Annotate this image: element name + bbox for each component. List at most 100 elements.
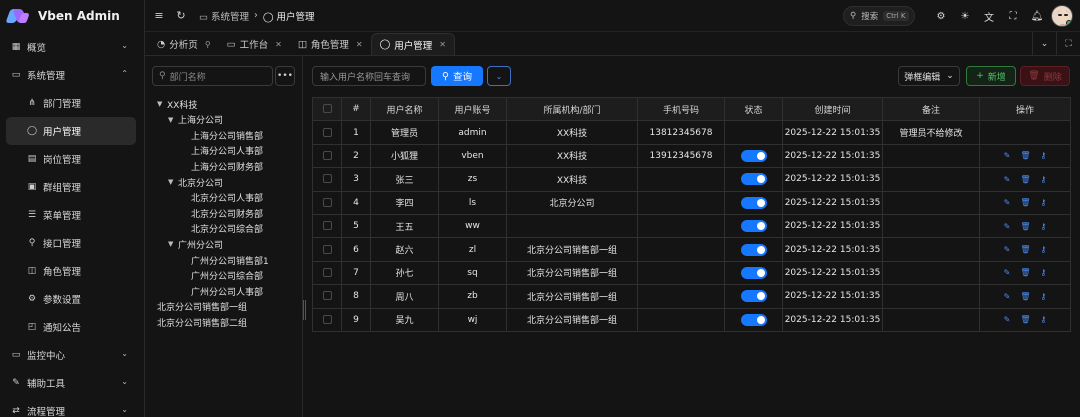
status-toggle[interactable] [740, 196, 767, 209]
row-select-cell[interactable] [312, 260, 342, 286]
row-checkbox[interactable] [322, 314, 332, 324]
sidebar-item-2[interactable]: ⋔ 部门管理 [0, 89, 144, 117]
tree-node[interactable]: ▼ 广州分公司 [168, 236, 223, 252]
fullscreen-icon[interactable]: ⛶ [1005, 8, 1021, 24]
table-row[interactable]: 9 吴九 wj 北京分公司销售部一组 2025-12-22 15:01:35 ✎ 🗑︎ ⚷ [312, 307, 1071, 332]
sidebar-item-9[interactable]: ⚙ 参数设置 [0, 285, 144, 313]
row-select-cell[interactable] [312, 237, 342, 262]
row-checkbox[interactable] [322, 197, 332, 207]
row-select-cell[interactable] [312, 190, 342, 215]
status-toggle[interactable] [740, 290, 767, 303]
row-checkbox[interactable] [322, 291, 332, 301]
language-icon[interactable]: 文 [981, 8, 997, 24]
tree-node[interactable]: 广州分公司综合部 [191, 268, 263, 284]
trash-icon[interactable]: 🗑︎ [1020, 222, 1030, 231]
chevron-down-icon[interactable]: ⌄ [1032, 32, 1056, 56]
key-icon[interactable]: ⚷ [1041, 268, 1047, 277]
tree-node[interactable]: ▼ 北京分公司 [168, 174, 223, 190]
tab-2[interactable]: ◫ 角色管理 ✕ [290, 33, 371, 55]
edit-icon[interactable]: ✎ [1004, 198, 1011, 207]
sidebar-item-0[interactable]: ▦ 概览 ⌄ [0, 33, 144, 61]
key-icon[interactable]: ⚷ [1041, 175, 1047, 184]
tree-node[interactable]: 北京分公司综合部 [191, 221, 263, 237]
refresh-icon[interactable]: ↻ [173, 8, 189, 24]
edit-icon[interactable]: ✎ [1004, 315, 1011, 324]
status-toggle[interactable] [740, 149, 767, 162]
delete-button[interactable]: 🗑︎ 删除 [1020, 66, 1070, 86]
user-name-cell[interactable]: 李四 [370, 190, 439, 215]
breadcrumb-item[interactable]: ◯ 用户管理 [263, 9, 315, 23]
tree-node[interactable]: 广州分公司人事部 [191, 283, 263, 299]
tree-node[interactable]: 广州分公司销售部1 [191, 252, 269, 268]
theme-toggle-icon[interactable]: ☀ [957, 8, 973, 24]
key-icon[interactable]: ⚷ [1041, 245, 1047, 254]
edit-icon[interactable]: ✎ [1004, 175, 1011, 184]
edit-icon[interactable]: ✎ [1004, 245, 1011, 254]
breadcrumb-item[interactable]: ▭ 系统管理 [199, 9, 249, 23]
close-icon[interactable]: ✕ [439, 40, 446, 49]
sidebar-item-5[interactable]: ▣ 群组管理 [0, 173, 144, 201]
query-button[interactable]: ⚲ 查询 [431, 66, 483, 86]
caret-down-icon[interactable]: ▼ [157, 100, 167, 108]
tab-1[interactable]: ▭ 工作台 ✕ [219, 33, 290, 55]
panel-resize-handle[interactable] [303, 300, 306, 320]
table-row[interactable]: 1 管理员 admin XX科技 13812345678 2025-12-22 15:01… [312, 120, 1071, 145]
tree-node[interactable]: ▼ XX科技 [157, 96, 197, 112]
settings-icon[interactable]: ⚙ [933, 8, 949, 24]
row-select-cell[interactable] [312, 120, 342, 145]
table-row[interactable]: 6 赵六 zl 北京分公司销售部一组 2025-12-22 15:01:35 ✎ 🗑︎ ⚷ [312, 237, 1071, 262]
user-name-cell[interactable]: 张三 [370, 167, 439, 192]
key-icon[interactable]: ⚷ [1041, 292, 1047, 301]
sidebar-item-3[interactable]: ◯ 用户管理 [6, 117, 136, 145]
tree-node[interactable]: 北京分公司销售部二组 [157, 314, 247, 330]
trash-icon[interactable]: 🗑︎ [1020, 175, 1030, 184]
row-select-cell[interactable] [312, 284, 342, 309]
tree-node[interactable]: 上海分公司财务部 [191, 158, 263, 174]
caret-down-icon[interactable]: ▼ [168, 116, 178, 124]
row-checkbox[interactable] [322, 127, 332, 137]
sidebar-item-6[interactable]: ☰ 菜单管理 [0, 201, 144, 229]
bell-icon[interactable]: 🔔︎ [1029, 8, 1045, 24]
status-toggle[interactable] [740, 220, 767, 233]
row-checkbox[interactable] [322, 244, 332, 254]
trash-icon[interactable]: 🗑︎ [1020, 198, 1030, 207]
edit-icon[interactable]: ✎ [1004, 151, 1011, 160]
table-row[interactable]: 5 王五 ww 2025-12-22 15:01:35 ✎ 🗑︎ ⚷ [312, 213, 1071, 239]
row-select-cell[interactable] [312, 307, 342, 332]
user-search-input[interactable]: 输入用户名称回车查询 [312, 66, 426, 86]
status-toggle[interactable] [740, 266, 767, 279]
status-toggle[interactable] [740, 173, 767, 186]
row-checkbox[interactable] [322, 174, 332, 184]
maximize-icon[interactable]: ⛶ [1056, 32, 1080, 56]
key-icon[interactable]: ⚷ [1041, 222, 1047, 231]
user-name-cell[interactable]: 赵六 [370, 237, 439, 262]
sidebar-item-12[interactable]: ✎ 辅助工具 ⌄ [0, 369, 144, 397]
table-row[interactable]: 8 周八 zb 北京分公司销售部一组 2025-12-22 15:01:35 ✎ 🗑︎ ⚷ [312, 284, 1071, 309]
trash-icon[interactable]: 🗑︎ [1020, 292, 1030, 301]
edit-mode-select[interactable]: 弹框编辑 ⌄ [898, 66, 960, 86]
sidebar-item-7[interactable]: ⚲ 接口管理 [0, 229, 144, 257]
tab-3[interactable]: ◯ 用户管理 ✕ [370, 33, 455, 55]
select-all-cell[interactable] [312, 96, 342, 122]
table-row[interactable]: 3 张三 zs XX科技 2025-12-22 15:01:35 ✎ 🗑︎ ⚷ [312, 167, 1071, 192]
sidebar-item-1[interactable]: ▭ 系统管理 ⌃ [0, 61, 144, 89]
trash-icon[interactable]: 🗑︎ [1020, 315, 1030, 324]
row-checkbox[interactable] [322, 221, 332, 231]
tab-0[interactable]: ◔ 分析页 ⚲ [149, 33, 219, 55]
sidebar-item-4[interactable]: ▤ 岗位管理 [0, 145, 144, 173]
more-options-button[interactable]: ••• [275, 66, 295, 86]
trash-icon[interactable]: 🗑︎ [1020, 151, 1030, 160]
table-row[interactable]: 4 李四 ls 北京分公司 2025-12-22 15:01:35 ✎ 🗑︎ ⚷ [312, 190, 1071, 215]
status-toggle[interactable] [740, 243, 767, 256]
close-icon[interactable]: ✕ [275, 40, 282, 49]
add-button[interactable]: + 新增 [966, 66, 1016, 86]
select-all-checkbox[interactable] [322, 104, 332, 114]
user-name-cell[interactable]: 周八 [370, 284, 439, 309]
edit-icon[interactable]: ✎ [1004, 292, 1011, 301]
tree-node[interactable]: 北京分公司销售部一组 [157, 299, 247, 315]
trash-icon[interactable]: 🗑︎ [1020, 245, 1030, 254]
dept-search-input[interactable]: ⚲ 部门名称 [152, 66, 273, 86]
tree-node[interactable]: 北京分公司财务部 [191, 205, 263, 221]
tree-node[interactable]: 北京分公司人事部 [191, 190, 263, 206]
row-select-cell[interactable] [312, 143, 342, 169]
